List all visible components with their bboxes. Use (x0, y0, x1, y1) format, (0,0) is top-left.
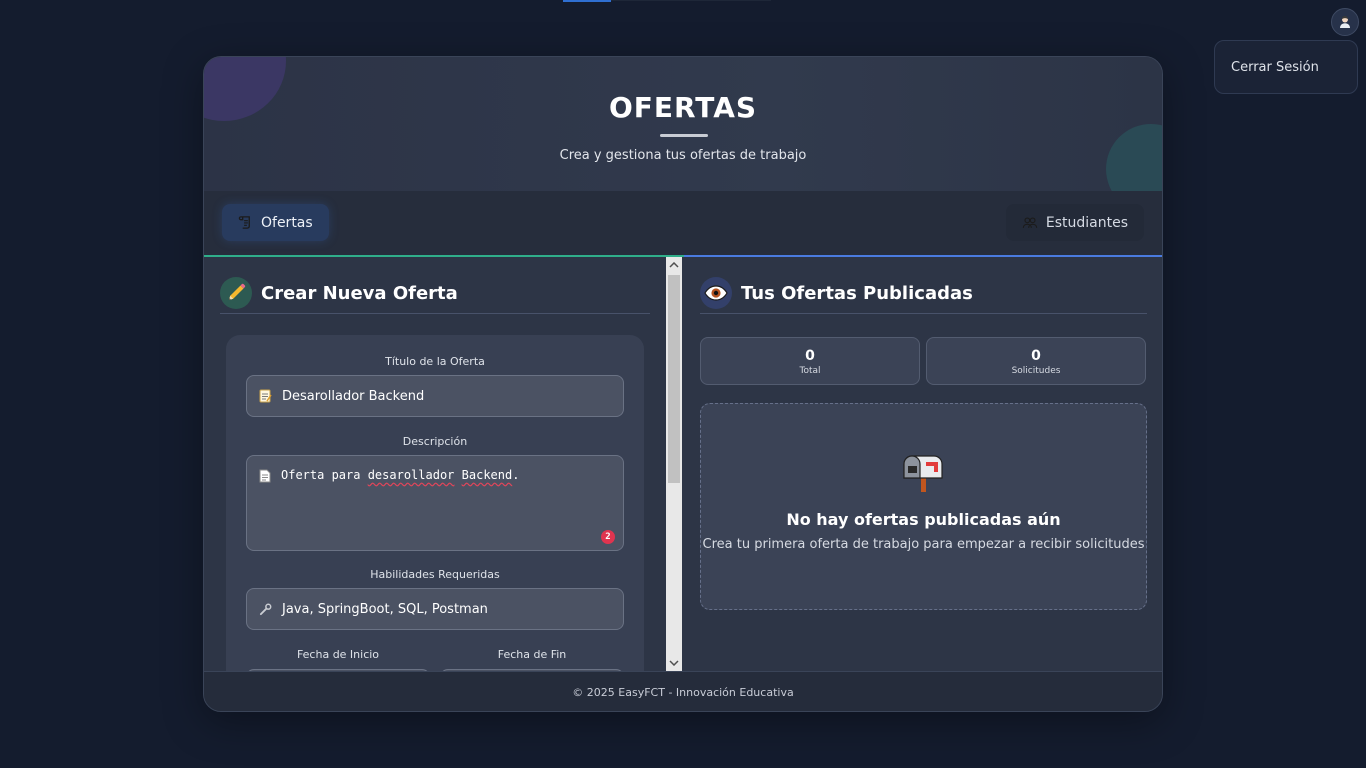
create-offer-form: Título de la Oferta Desarollador Backend… (226, 335, 644, 671)
titulo-label: Título de la Oferta (385, 355, 485, 368)
spelling-error-word: desarollador (367, 468, 455, 482)
stat-solicitudes-value: 0 (1031, 348, 1041, 364)
descripcion-value: Oferta para desarollador Backend. (281, 468, 519, 538)
habilidades-input[interactable]: Java, SpringBoot, SQL, Postman (246, 588, 624, 630)
habilidades-label: Habilidades Requeridas (370, 568, 500, 581)
top-progress-accent (563, 0, 611, 2)
document-icon (259, 469, 271, 483)
habilidades-value: Java, SpringBoot, SQL, Postman (282, 601, 488, 617)
descripcion-label: Descripción (402, 435, 468, 448)
page-footer: © 2025 EasyFCT - Innovación Educativa (204, 671, 1162, 711)
top-progress-track (611, 0, 771, 1)
logout-menu-item[interactable]: Cerrar Sesión (1231, 60, 1319, 75)
panel-scrollbar[interactable] (666, 257, 682, 671)
section-divider (220, 313, 650, 314)
scroll-down-arrow[interactable] (666, 655, 682, 671)
page-title: OFERTAS (608, 91, 758, 124)
scroll-icon (238, 216, 250, 229)
tab-estudiantes-label: Estudiantes (1045, 214, 1128, 231)
eye-icon (700, 277, 732, 309)
stat-total-value: 0 (805, 348, 815, 364)
stat-total: 0 Total (700, 337, 920, 385)
memo-icon (259, 389, 272, 403)
create-offer-title: Crear Nueva Oferta (261, 282, 458, 304)
titulo-value: Desarollador Backend (282, 388, 425, 404)
mailbox-icon (903, 455, 943, 492)
footer-text: © 2025 EasyFCT - Innovación Educativa (572, 686, 794, 699)
descripcion-text (454, 468, 461, 482)
title-underline (660, 134, 708, 137)
descripcion-text: Oferta para (281, 468, 368, 482)
create-offer-panel: Crear Nueva Oferta Título de la Oferta D… (204, 255, 684, 671)
users-icon (1022, 216, 1038, 228)
page-subtitle: Crea y gestiona tus ofertas de trabajo (559, 148, 807, 163)
scroll-up-arrow[interactable] (666, 257, 682, 273)
tab-ofertas-label: Ofertas (261, 214, 313, 231)
tab-ofertas[interactable]: Ofertas (222, 204, 329, 241)
published-offers-heading: Tus Ofertas Publicadas (700, 273, 973, 313)
user-dropdown-menu: Cerrar Sesión (1214, 40, 1358, 94)
empty-state: No hay ofertas publicadas aún Crea tu pr… (700, 403, 1147, 610)
fecha-fin-label: Fecha de Fin (497, 648, 567, 661)
section-divider (700, 313, 1147, 314)
user-avatar-button[interactable] (1331, 8, 1359, 36)
empty-state-title: No hay ofertas publicadas aún (786, 510, 1061, 529)
published-offers-panel: Tus Ofertas Publicadas 0 Total 0 Solicit… (684, 255, 1162, 671)
empty-state-subtitle: Crea tu primera oferta de trabajo para e… (702, 537, 1145, 552)
tab-estudiantes[interactable]: Estudiantes (1005, 204, 1144, 241)
wrench-icon (259, 603, 272, 615)
spellcheck-badge[interactable]: 2 (601, 530, 615, 544)
pencil-icon (220, 277, 252, 309)
descripcion-textarea[interactable]: Oferta para desarollador Backend. 2 (246, 455, 624, 551)
titulo-input[interactable]: Desarollador Backend (246, 375, 624, 417)
published-offers-title: Tus Ofertas Publicadas (741, 282, 973, 304)
ofertas-card: OFERTAS Crea y gestiona tus ofertas de t… (203, 56, 1163, 712)
spelling-error-word: Backend (461, 468, 513, 482)
user-avatar-icon (1340, 16, 1350, 28)
descripcion-text: . (512, 468, 520, 482)
create-offer-heading: Crear Nueva Oferta (220, 273, 458, 313)
tab-bar: Ofertas Estudiantes (204, 191, 1162, 255)
page-header: OFERTAS Crea y gestiona tus ofertas de t… (204, 57, 1162, 191)
stat-solicitudes-label: Solicitudes (1011, 366, 1061, 376)
fecha-inicio-label: Fecha de Inicio (296, 648, 380, 661)
scroll-thumb[interactable] (668, 275, 680, 483)
stat-solicitudes: 0 Solicitudes (926, 337, 1146, 385)
stat-total-label: Total (799, 366, 821, 376)
